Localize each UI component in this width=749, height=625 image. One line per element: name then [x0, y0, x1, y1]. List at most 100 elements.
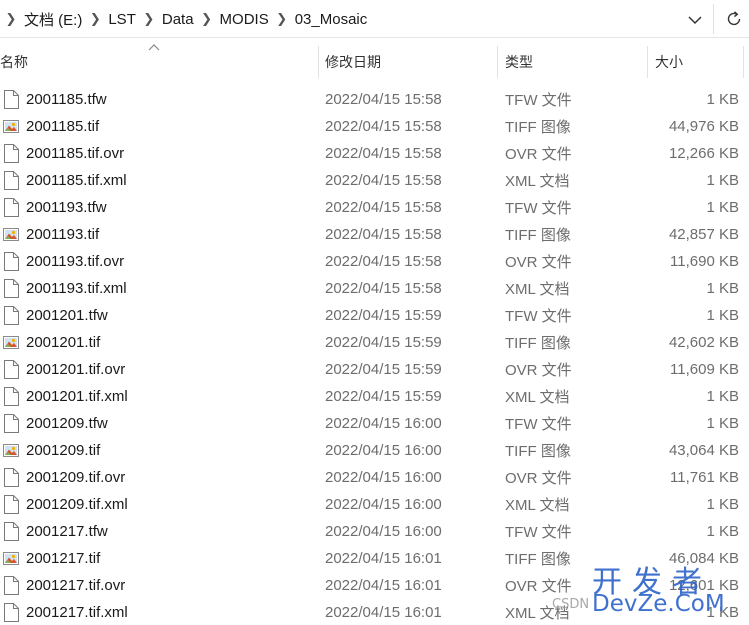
file-date: 2022/04/15 15:58	[325, 145, 442, 162]
generic-file-icon	[3, 90, 19, 109]
file-row[interactable]: 2001185.tif.ovr 2022/04/15 15:58 OVR 文件 12,…	[0, 140, 749, 167]
file-row[interactable]: 2001201.tif.ovr 2022/04/15 15:59 OVR 文件 11,…	[0, 356, 749, 383]
refresh-icon[interactable]	[722, 7, 746, 31]
chevron-right-icon[interactable]: ❯	[138, 11, 160, 27]
file-type: TFW 文件	[505, 524, 572, 541]
column-divider[interactable]	[647, 46, 648, 78]
file-date: 2022/04/15 15:59	[325, 334, 442, 351]
file-type: TIFF 图像	[505, 443, 571, 460]
breadcrumb-item-drive[interactable]: 文档 (E:)	[22, 9, 84, 30]
file-name[interactable]: 2001217.tif	[26, 545, 100, 572]
file-name[interactable]: 2001185.tfw	[26, 86, 107, 113]
column-divider[interactable]	[743, 46, 744, 78]
file-row[interactable]: 2001209.tfw 2022/04/15 16:00 TFW 文件 1 KB	[0, 410, 749, 437]
file-size: 1 KB	[706, 523, 739, 540]
file-name[interactable]: 2001193.tif	[26, 221, 99, 248]
file-size: 12,601 KB	[668, 577, 739, 594]
generic-file-icon	[3, 468, 19, 487]
generic-file-icon	[3, 198, 19, 217]
file-row[interactable]: 2001193.tfw 2022/04/15 15:58 TFW 文件 1 KB	[0, 194, 749, 221]
generic-file-icon	[3, 387, 19, 406]
file-type: XML 文档	[505, 389, 570, 406]
file-name[interactable]: 2001209.tif.xml	[26, 491, 128, 518]
file-date: 2022/04/15 15:58	[325, 172, 442, 189]
file-row[interactable]: 2001193.tif.ovr 2022/04/15 15:58 OVR 文件 11,…	[0, 248, 749, 275]
file-type: OVR 文件	[505, 254, 572, 271]
file-name[interactable]: 2001209.tif.ovr	[26, 464, 125, 491]
file-row[interactable]: 2001185.tif.xml 2022/04/15 15:58 XML 文档 1 K…	[0, 167, 749, 194]
breadcrumb: ❯ 文档 (E:) ❯ LST ❯ Data ❯ MODIS ❯ 03_Mosa…	[0, 0, 369, 38]
file-date: 2022/04/15 16:00	[325, 469, 442, 486]
file-date: 2022/04/15 15:58	[325, 118, 442, 135]
file-row[interactable]: 2001209.tif.xml 2022/04/15 16:00 XML 文档 1 K…	[0, 491, 749, 518]
file-size: 42,602 KB	[668, 334, 739, 351]
file-row[interactable]: 2001201.tfw 2022/04/15 15:59 TFW 文件 1 KB	[0, 302, 749, 329]
file-type: TFW 文件	[505, 92, 572, 109]
file-name[interactable]: 2001217.tif.ovr	[26, 572, 125, 599]
file-size: 11,761 KB	[670, 469, 739, 486]
file-type: XML 文档	[505, 173, 570, 190]
file-name[interactable]: 2001201.tif.xml	[26, 383, 128, 410]
file-name[interactable]: 2001201.tif.ovr	[26, 356, 125, 383]
file-row[interactable]: 2001217.tfw 2022/04/15 16:00 TFW 文件 1 KB	[0, 518, 749, 545]
file-name[interactable]: 2001201.tfw	[26, 302, 108, 329]
file-row[interactable]: 2001217.tif 2022/04/15 16:01 TIFF 图像 46,084…	[0, 545, 749, 572]
file-row[interactable]: 2001217.tif.ovr 2022/04/15 16:01 OVR 文件 12,…	[0, 572, 749, 599]
file-size: 44,976 KB	[668, 118, 739, 135]
column-size-label: 大小	[655, 54, 683, 70]
generic-file-icon	[3, 144, 19, 163]
file-name[interactable]: 2001209.tif	[26, 437, 100, 464]
breadcrumb-item-modis[interactable]: MODIS	[218, 11, 271, 28]
generic-file-icon	[3, 360, 19, 379]
file-row[interactable]: 2001209.tif 2022/04/15 16:00 TIFF 图像 43,064…	[0, 437, 749, 464]
file-row[interactable]: 2001193.tif.xml 2022/04/15 15:58 XML 文档 1 K…	[0, 275, 749, 302]
file-date: 2022/04/15 15:59	[325, 361, 442, 378]
breadcrumb-item-mosaic[interactable]: 03_Mosaic	[293, 11, 370, 28]
chevron-right-icon[interactable]: ❯	[271, 11, 293, 27]
file-name[interactable]: 2001193.tif.xml	[26, 275, 127, 302]
breadcrumb-item-data[interactable]: Data	[160, 11, 196, 28]
file-name[interactable]: 2001185.tif	[26, 113, 99, 140]
file-date: 2022/04/15 16:00	[325, 442, 442, 459]
file-date: 2022/04/15 15:58	[325, 199, 442, 216]
image-file-icon	[3, 441, 19, 460]
file-name[interactable]: 2001217.tfw	[26, 518, 108, 545]
file-size: 1 KB	[706, 91, 739, 108]
file-row[interactable]: 2001217.tif.xml 2022/04/15 16:01 XML 文档 1 K…	[0, 599, 749, 625]
chevron-right-icon[interactable]: ❯	[0, 11, 22, 27]
file-row[interactable]: 2001209.tif.ovr 2022/04/15 16:00 OVR 文件 11,…	[0, 464, 749, 491]
file-name[interactable]: 2001201.tif	[26, 329, 100, 356]
column-date[interactable]: 修改日期	[325, 44, 497, 80]
chevron-right-icon[interactable]: ❯	[196, 11, 218, 27]
chevron-right-icon[interactable]: ❯	[84, 11, 106, 27]
file-name[interactable]: 2001185.tif.ovr	[26, 140, 124, 167]
column-type-label: 类型	[505, 54, 533, 70]
column-type[interactable]: 类型	[505, 44, 647, 80]
file-name[interactable]: 2001185.tif.xml	[26, 167, 127, 194]
address-divider	[713, 4, 714, 34]
file-date: 2022/04/15 15:59	[325, 388, 442, 405]
file-size: 43,064 KB	[668, 442, 739, 459]
column-divider[interactable]	[497, 46, 498, 78]
file-date: 2022/04/15 15:58	[325, 253, 442, 270]
column-name[interactable]: 名称	[0, 44, 318, 80]
file-name[interactable]: 2001209.tfw	[26, 410, 108, 437]
column-divider[interactable]	[318, 46, 319, 78]
file-date: 2022/04/15 16:00	[325, 523, 442, 540]
breadcrumb-item-lst[interactable]: LST	[106, 11, 138, 28]
file-row[interactable]: 2001201.tif.xml 2022/04/15 15:59 XML 文档 1 K…	[0, 383, 749, 410]
file-row[interactable]: 2001193.tif 2022/04/15 15:58 TIFF 图像 42,857…	[0, 221, 749, 248]
file-type: TFW 文件	[505, 200, 572, 217]
file-row[interactable]: 2001185.tfw 2022/04/15 15:58 TFW 文件 1 KB	[0, 86, 749, 113]
generic-file-icon	[3, 576, 19, 595]
chevron-down-icon[interactable]	[685, 10, 705, 30]
file-size: 11,690 KB	[670, 253, 739, 270]
file-name[interactable]: 2001193.tif.ovr	[26, 248, 124, 275]
column-size[interactable]: 大小	[655, 44, 743, 80]
address-bar[interactable]: ❯ 文档 (E:) ❯ LST ❯ Data ❯ MODIS ❯ 03_Mosa…	[0, 0, 749, 38]
file-name[interactable]: 2001217.tif.xml	[26, 599, 128, 625]
file-row[interactable]: 2001201.tif 2022/04/15 15:59 TIFF 图像 42,602…	[0, 329, 749, 356]
file-row[interactable]: 2001185.tif 2022/04/15 15:58 TIFF 图像 44,976…	[0, 113, 749, 140]
generic-file-icon	[3, 522, 19, 541]
file-name[interactable]: 2001193.tfw	[26, 194, 107, 221]
